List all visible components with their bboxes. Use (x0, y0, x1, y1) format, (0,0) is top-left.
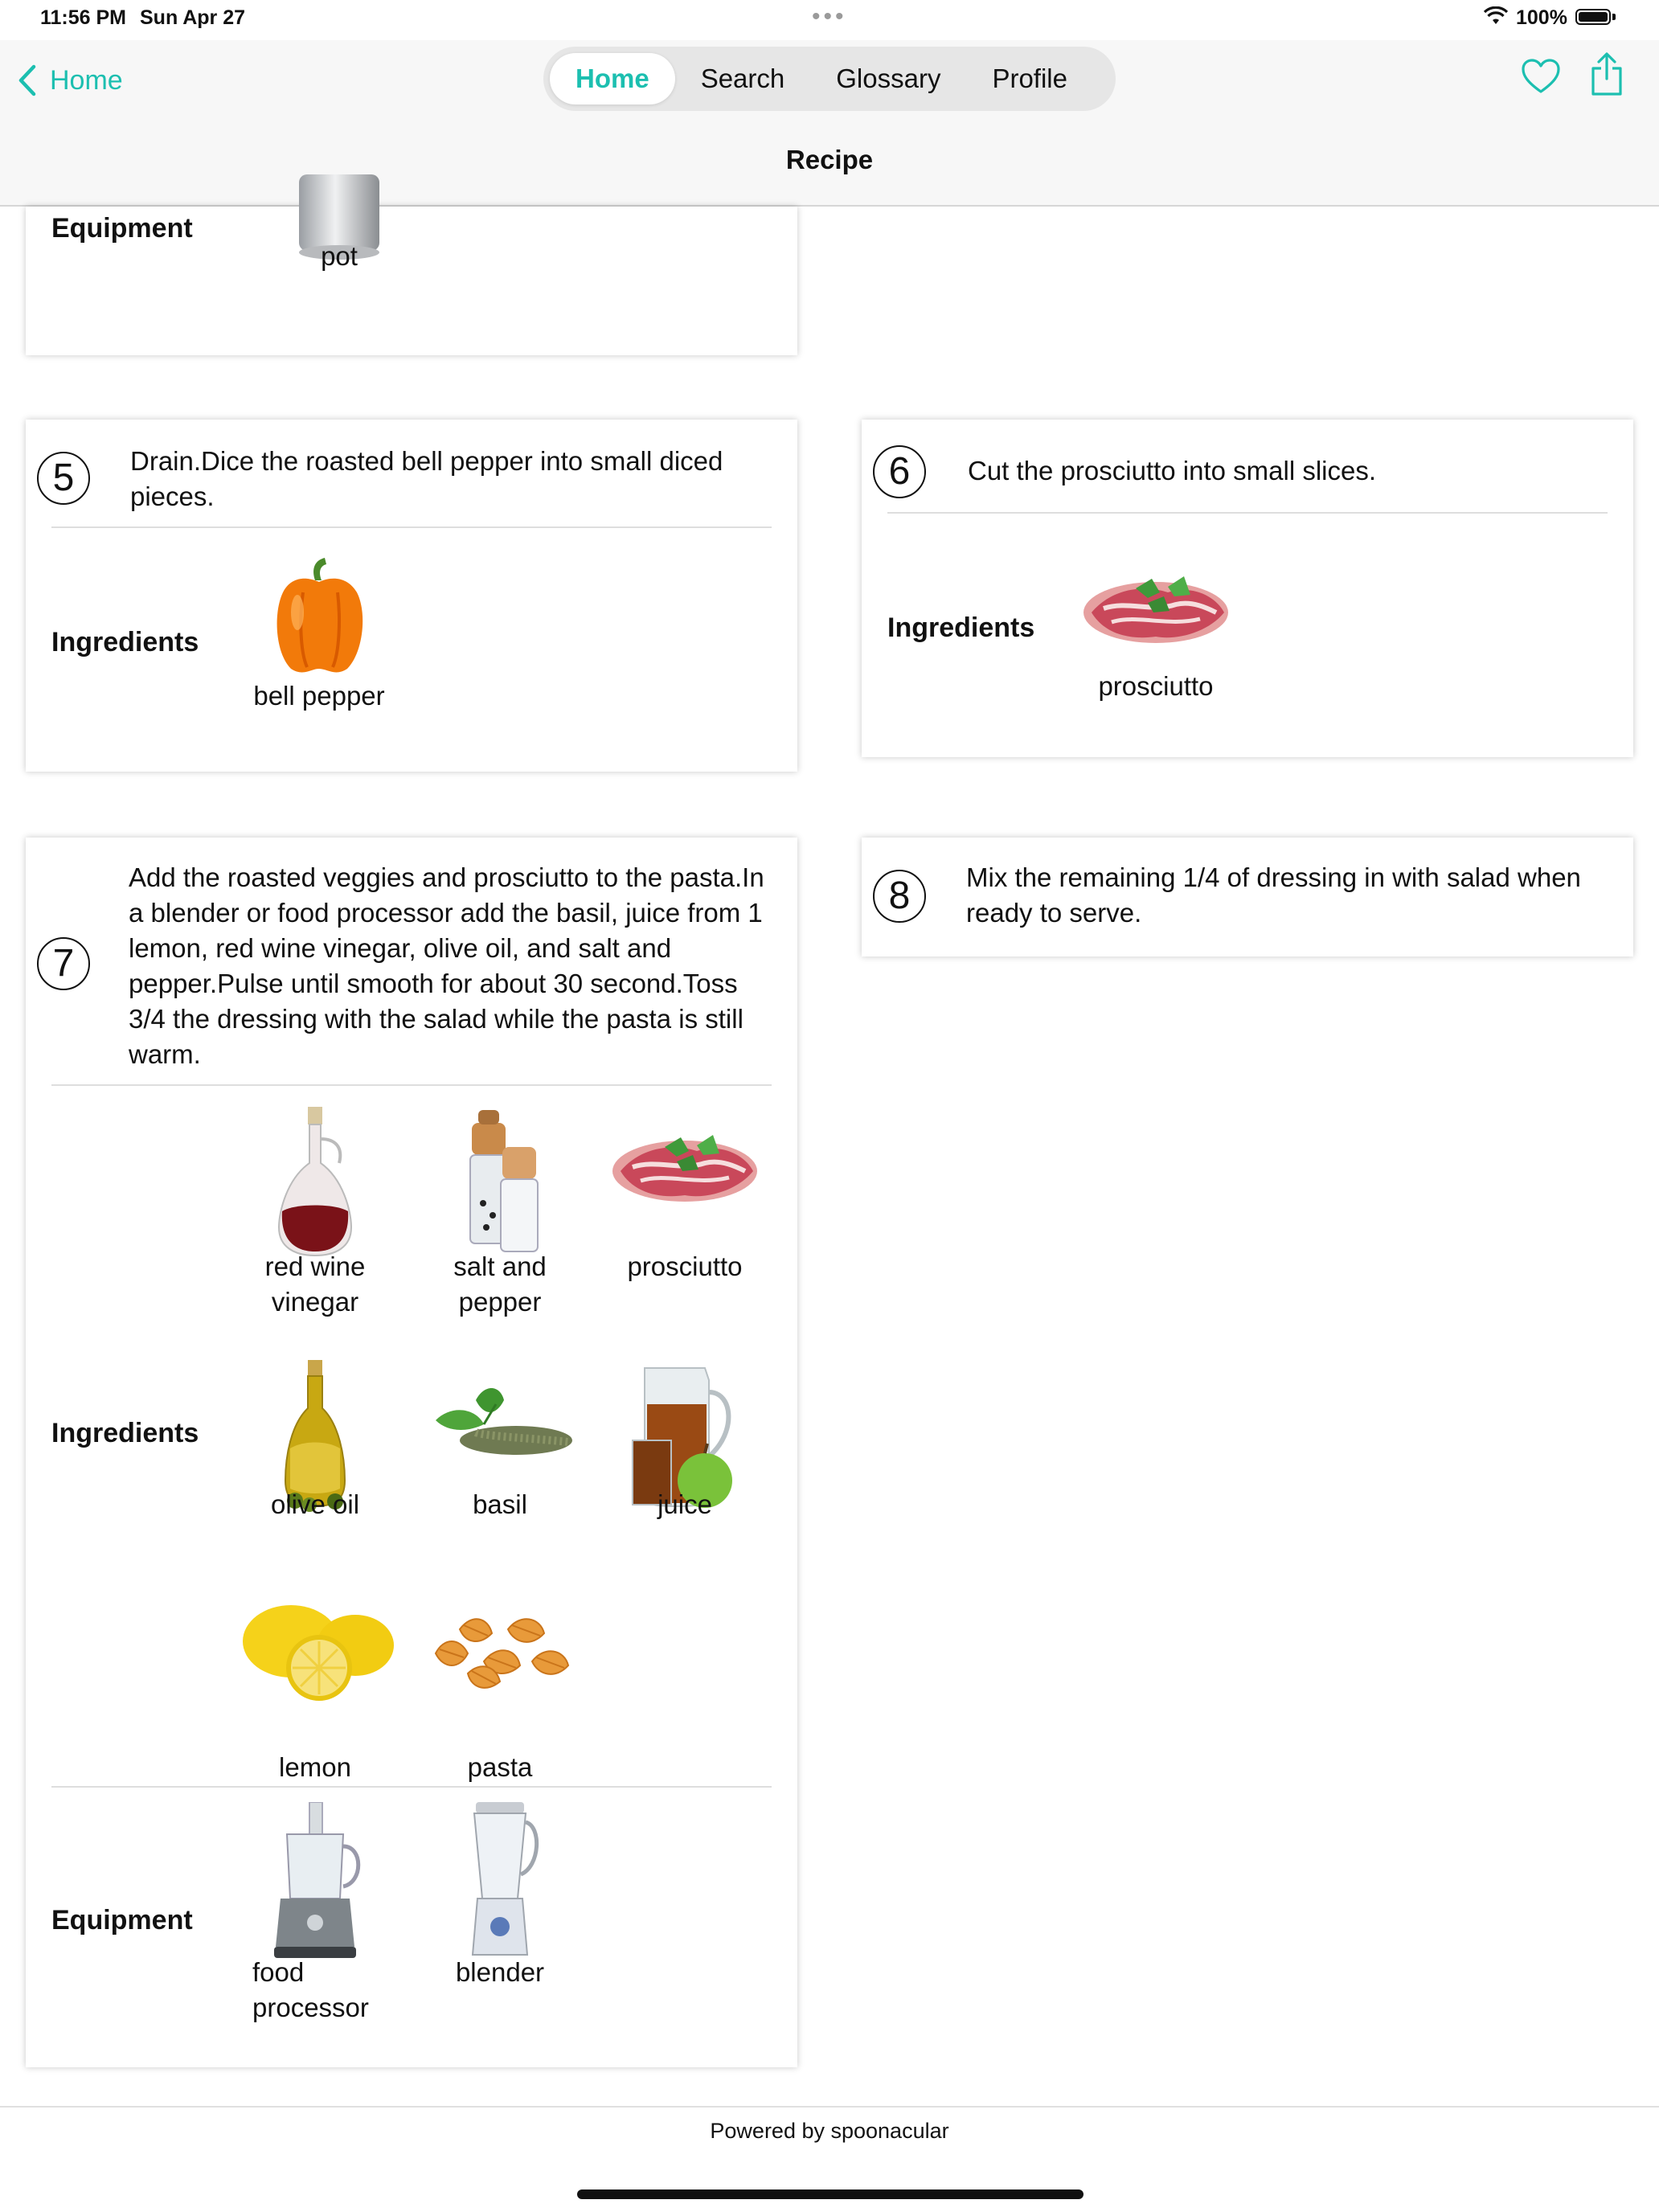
ingredient-name: juice (657, 1489, 712, 1519)
home-indicator[interactable] (577, 2189, 1083, 2199)
heart-icon[interactable] (1521, 58, 1561, 99)
ingredient-item[interactable]: basil (412, 1360, 588, 1553)
basil-image (420, 1360, 580, 1481)
equipment-name: blender (455, 1957, 545, 1987)
ingredient-item[interactable]: olive oil (227, 1360, 403, 1553)
step-number-badge: 8 (873, 870, 926, 923)
multitasking-dots-icon[interactable]: ••• (812, 3, 847, 31)
step-number-badge: 6 (873, 445, 926, 498)
ingredient-name: salt and pepper (453, 1251, 547, 1317)
step-instruction: Mix the remaining 1/4 of dressing in wit… (966, 862, 1581, 928)
ingredient-item[interactable]: bell pepper (231, 556, 408, 749)
bell-pepper-image (259, 556, 379, 677)
step-card-7: 7 Add the roasted veggies and prosciutto… (26, 838, 797, 2067)
step-card-6: 6 Cut the prosciutto into small slices. … (862, 420, 1633, 757)
olive-oil-image (255, 1360, 375, 1512)
step-instruction: Cut the prosciutto into small slices. (968, 456, 1377, 485)
tab-search[interactable]: Search (675, 53, 811, 104)
equipment-label: Equipment (51, 1905, 193, 1936)
step-instruction: Add the roasted veggies and prosciutto t… (129, 862, 764, 1069)
ingredient-name: prosciutto (627, 1251, 743, 1281)
tab-home[interactable]: Home (550, 53, 675, 104)
blender-image (440, 1802, 560, 1956)
lemon-image (235, 1589, 395, 1710)
ingredient-item[interactable]: lemon (227, 1589, 403, 1782)
equipment-name: food processor (252, 1957, 369, 2022)
ingredient-name: olive oil (270, 1489, 360, 1519)
ingredient-item[interactable]: prosciutto (1067, 548, 1244, 741)
ingredients-label: Ingredients (887, 612, 1035, 643)
prosciutto-image (608, 1107, 761, 1227)
status-bar: 11:56 PM Sun Apr 27 ••• 100% (0, 0, 1659, 40)
battery-icon (1575, 9, 1611, 25)
ingredient-name: pasta (467, 1752, 533, 1782)
back-button[interactable]: Home (18, 56, 123, 104)
equipment-item[interactable]: food processor (227, 1802, 403, 2022)
juice-image (625, 1360, 745, 1508)
step-number-badge: 7 (37, 937, 90, 990)
page-title: Recipe (785, 145, 874, 174)
pasta-image (420, 1589, 580, 1710)
tab-profile[interactable]: Profile (966, 53, 1093, 104)
wifi-icon (1483, 6, 1509, 30)
navigation-bar: Home Home Search Glossary Profile Recipe (0, 40, 1659, 207)
equipment-label: Equipment (51, 213, 193, 244)
ingredients-label: Ingredients (51, 627, 199, 657)
footer-credit: Powered by spoonacular (710, 2119, 949, 2143)
ingredient-name: prosciutto (1098, 671, 1214, 701)
ingredient-name: red wine vinegar (264, 1251, 366, 1317)
equipment-name: pot (321, 241, 358, 271)
status-time: 11:56 PM (40, 6, 127, 29)
share-icon[interactable] (1590, 51, 1624, 100)
step-card-partial: Equipment pot (26, 174, 797, 355)
ingredient-name: basil (473, 1489, 527, 1519)
tab-selector: Home Search Glossary Profile (543, 47, 1116, 111)
back-label: Home (50, 64, 123, 96)
step-number-badge: 5 (37, 452, 90, 505)
equipment-item[interactable]: pot (251, 158, 428, 351)
prosciutto-image (1079, 548, 1232, 669)
step-card-5: 5 Drain.Dice the roasted bell pepper int… (26, 420, 797, 772)
salt-and-pepper-image (440, 1107, 560, 1252)
food-processor-image (255, 1802, 375, 1958)
ingredient-item[interactable]: salt and pepper (412, 1107, 588, 1348)
ingredient-item[interactable]: red wine vinegar (227, 1107, 403, 1348)
step-instruction: Drain.Dice the roasted bell pepper into … (130, 446, 723, 511)
ingredient-item[interactable]: prosciutto (596, 1107, 773, 1348)
ingredient-name: lemon (279, 1752, 351, 1782)
ingredient-item[interactable]: pasta (412, 1589, 588, 1782)
step-card-8: 8 Mix the remaining 1/4 of dressing in w… (862, 838, 1633, 956)
chevron-left-icon (18, 64, 36, 96)
battery-percent: 100% (1516, 6, 1567, 29)
ingredients-label: Ingredients (51, 1418, 199, 1448)
tab-glossary[interactable]: Glossary (810, 53, 966, 104)
status-date: Sun Apr 27 (140, 6, 246, 29)
equipment-item[interactable]: blender (412, 1802, 588, 1995)
red-wine-vinegar-image (255, 1107, 375, 1257)
ingredient-name: bell pepper (253, 681, 385, 711)
ingredient-item[interactable]: juice (596, 1360, 773, 1553)
